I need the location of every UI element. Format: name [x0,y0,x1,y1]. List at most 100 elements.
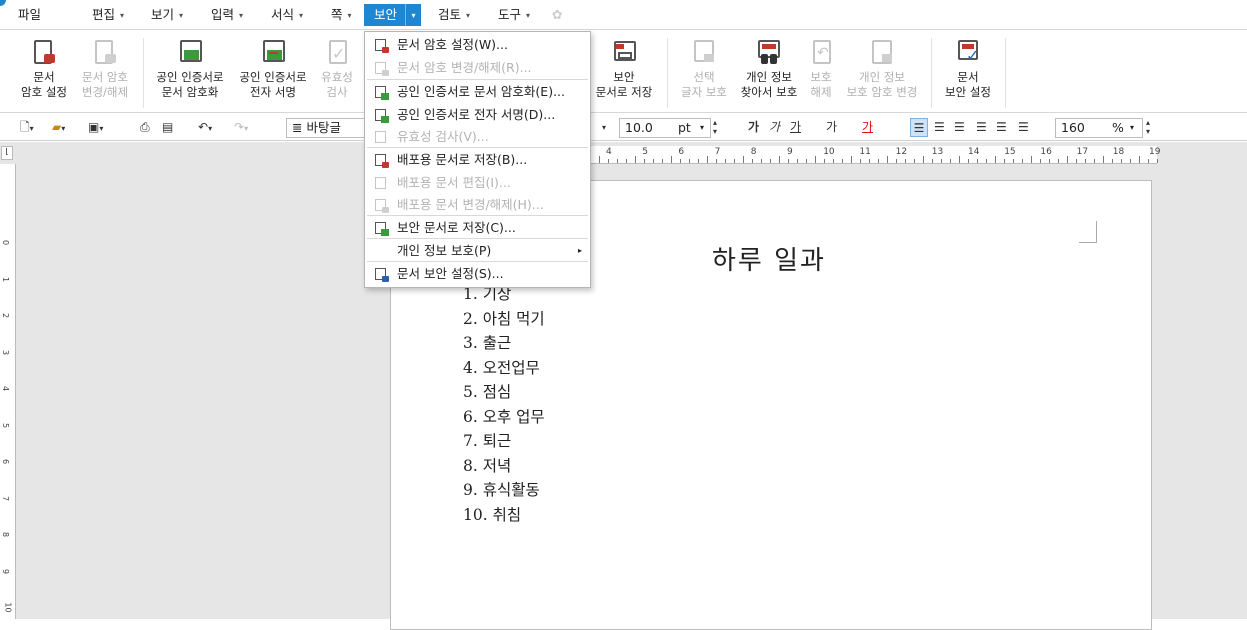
redo-icon[interactable]: ↷▾ [234,118,248,137]
chevron-down-icon: ▾ [526,11,531,20]
ruler-number: 19 [1149,147,1161,157]
list-item[interactable]: 6. 오후 업무 [463,405,545,430]
zoom-input[interactable]: 160% ▾ [1055,118,1143,138]
menu-item-validity-check[interactable]: 유효성 검사(V)... [365,126,590,148]
menu-item-label: 문서 암호 변경/해제(R)... [397,60,532,75]
list-item[interactable]: 7. 퇴근 [463,429,545,454]
menu-tools[interactable]: 도구 ▾ [498,4,530,26]
list-item[interactable]: 9. 휴식활동 [463,478,545,503]
menu-view-label: 보기 [151,7,175,22]
menu-item-edit-distribution[interactable]: 배포용 문서 편집(I)... [365,172,590,194]
change-protect-password-button[interactable]: 개인 정보 보호 암호 변경 [842,38,922,100]
menu-item-doc-security-settings[interactable]: 문서 보안 설정(S)... [365,263,590,285]
list-item[interactable]: 3. 출근 [463,331,545,356]
document-lock-icon [373,37,389,53]
doc-security-settings-button[interactable]: ✓ 문서 보안 설정 [940,38,996,100]
ruler-number: 3 [1,349,11,355]
ruler-number: 8 [750,147,757,157]
italic-button[interactable]: 가 [769,118,780,137]
menu-item-doc-password-set[interactable]: 문서 암호 설정(W)... [365,34,590,56]
align-distribute-button[interactable]: ☰ [996,118,1007,137]
menu-page[interactable]: 쪽 ▾ [331,4,352,26]
save-icon[interactable]: ▣▾ [88,118,103,137]
unprotect-button[interactable]: ↶ 보호 해제 [804,38,838,100]
menu-item-doc-password-change[interactable]: 문서 암호 변경/해제(R)... [365,57,590,79]
list-item[interactable]: 5. 점심 [463,380,545,405]
font-size-stepper[interactable]: ▴ ▾ [713,118,717,137]
document-list[interactable]: 1. 기상 2. 아침 먹기 3. 출근 4. 오전업무 5. 점심 6. 오후 업무 7.… [463,282,545,527]
menu-item-label: 보안 문서로 저장(C)... [397,220,516,235]
settings-icon[interactable]: ✿ [552,4,562,26]
certificate-encrypt-icon [373,84,389,100]
menu-item-label: 배포용 문서로 저장(B)... [397,152,528,167]
menu-item-privacy-protect[interactable]: 개인 정보 보호(P) ▸ [365,240,590,262]
menu-edit[interactable]: 편집 ▾ [92,4,124,26]
list-item[interactable]: 8. 저녁 [463,454,545,479]
chevron-down-icon: ▾ [347,11,352,20]
menu-item-change-distribution[interactable]: 배포용 문서 변경/해제(H)... [365,194,590,216]
ruler-corner-icon[interactable]: ⌊ [1,146,13,160]
menu-review[interactable]: 검토 ▾ [438,4,470,26]
font-color-button[interactable]: 가 [862,118,873,137]
unprotect-line1: 보호 [810,70,832,84]
align-divide-button[interactable]: ☰ [1018,118,1029,137]
cert-sign-button[interactable]: 공인 인증서로 전자 서명 [234,38,312,100]
doc-password-change-button[interactable]: 문서 암호 변경/해제 [78,38,132,100]
menu-item-cert-sign[interactable]: 공인 인증서로 전자 서명(D)... [365,104,590,126]
open-folder-icon[interactable]: ▰▾ [52,118,65,137]
menu-item-cert-encrypt[interactable]: 공인 인증서로 문서 암호화(E)... [365,81,590,103]
align-justify-button[interactable]: ☰ [910,118,928,137]
strikethrough-button[interactable]: 가 [826,118,837,137]
chevron-down-icon: ▾ [1130,123,1135,132]
find-protect-line1: 개인 정보 [746,70,792,84]
bold-button[interactable]: 가 [748,118,759,137]
menu-item-save-secure[interactable]: 보안 문서로 저장(C)... [365,217,590,239]
cert-encrypt-button[interactable]: 공인 인증서로 문서 암호화 [152,38,228,100]
ruler-tick [770,159,771,163]
ruler-tick [671,156,672,163]
list-item[interactable]: 2. 아침 먹기 [463,307,545,332]
menu-item-label: 개인 정보 보호(P) [397,243,492,258]
ruler-number: 12 [895,147,908,157]
underline-button[interactable]: 가 [790,118,801,137]
doc-password-set-button[interactable]: 문서 암호 설정 [18,38,70,100]
save-secure-doc-button[interactable]: 보안 문서로 저장 [592,38,656,100]
align-center-button[interactable]: ☰ [954,118,965,137]
ruler-tick [734,159,735,163]
preview-icon[interactable]: ▤ [162,118,173,137]
font-select-arrow[interactable]: ▾ [602,118,606,137]
menu-security[interactable]: 보안 ▾ [364,4,421,26]
undo-icon[interactable]: ↶▾ [198,118,212,137]
print-icon[interactable]: ⎙ [140,118,150,137]
list-item[interactable]: 10. 취침 [463,503,545,528]
validity-check-button[interactable]: ✓ 유효성 검사 [314,38,360,100]
app-corner-accent [0,0,6,6]
list-item[interactable]: 4. 오전업무 [463,356,545,381]
ruler-tick [608,159,609,163]
font-size-unit: pt [678,120,691,135]
font-size-input[interactable]: 10.0 pt ▾ [619,118,711,138]
ruler-number: 18 [1112,147,1125,157]
document-title[interactable]: 하루 일과 [712,240,826,277]
ruler-tick [1031,156,1032,163]
menu-insert[interactable]: 입력 ▾ [211,4,243,26]
ruler-tick [689,159,690,163]
zoom-stepper[interactable]: ▴ ▾ [1146,118,1150,137]
menu-insert-label: 입력 [211,7,235,22]
paragraph-style-select[interactable]: ≣ 바탕글 [286,118,366,138]
align-left-button[interactable]: ☰ [934,118,945,137]
menu-security-dropdown-button[interactable]: ▾ [405,4,421,26]
find-protect-button[interactable]: 개인 정보 찾아서 보호 [738,38,800,100]
menu-item-save-distribution[interactable]: 배포용 문서로 저장(B)... [365,149,590,171]
align-right-button[interactable]: ☰ [976,118,987,137]
horizontal-ruler[interactable]: 4 5 6 7 8 9 10 11 12 13 14 15 16 17 18 19 [590,146,1161,164]
new-document-icon[interactable]: 🗋▾ [20,118,34,137]
ruler-number: 11 [859,147,871,157]
menu-file[interactable]: 파일 [18,4,41,26]
menu-view[interactable]: 보기 ▾ [151,4,183,26]
ruler-tick [743,156,744,163]
vertical-ruler[interactable]: 0 1 2 3 4 5 6 7 8 9 10 [0,164,16,619]
menu-format[interactable]: 서식 ▾ [271,4,303,26]
font-size-value: 10.0 [625,120,653,135]
select-text-protect-button[interactable]: 선택 글자 보호 [676,38,732,100]
